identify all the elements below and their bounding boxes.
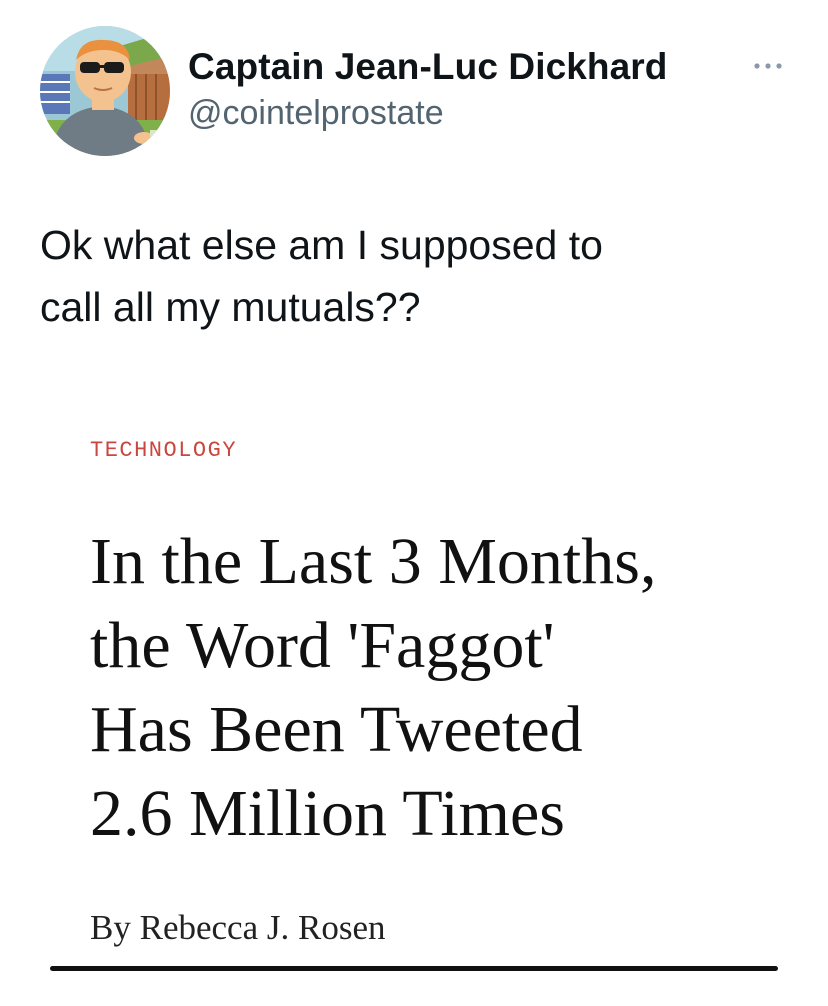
- article-headline: In the Last 3 Months, the Word 'Faggot' …: [90, 520, 790, 856]
- headline-line: In the Last 3 Months,: [90, 525, 657, 598]
- more-options-icon[interactable]: [748, 56, 788, 76]
- article-section-label: TECHNOLOGY: [90, 438, 238, 463]
- headline-line: Has Been Tweeted: [90, 693, 583, 766]
- avatar[interactable]: [40, 26, 170, 156]
- tweet-text: Ok what else am I supposed to call all m…: [40, 214, 780, 338]
- tweet-text-line: call all my mutuals??: [40, 284, 421, 330]
- divider: [50, 966, 778, 971]
- headline-line: the Word 'Faggot': [90, 609, 555, 682]
- author-handle[interactable]: @cointelprostate: [188, 94, 444, 133]
- headline-line: 2.6 Million Times: [90, 777, 565, 850]
- tweet-text-line: Ok what else am I supposed to: [40, 222, 603, 268]
- article-byline: By Rebecca J. Rosen: [90, 908, 386, 947]
- article-screenshot[interactable]: TECHNOLOGY In the Last 3 Months, the Wor…: [0, 400, 828, 1006]
- author-display-name[interactable]: Captain Jean-Luc Dickhard: [188, 46, 668, 88]
